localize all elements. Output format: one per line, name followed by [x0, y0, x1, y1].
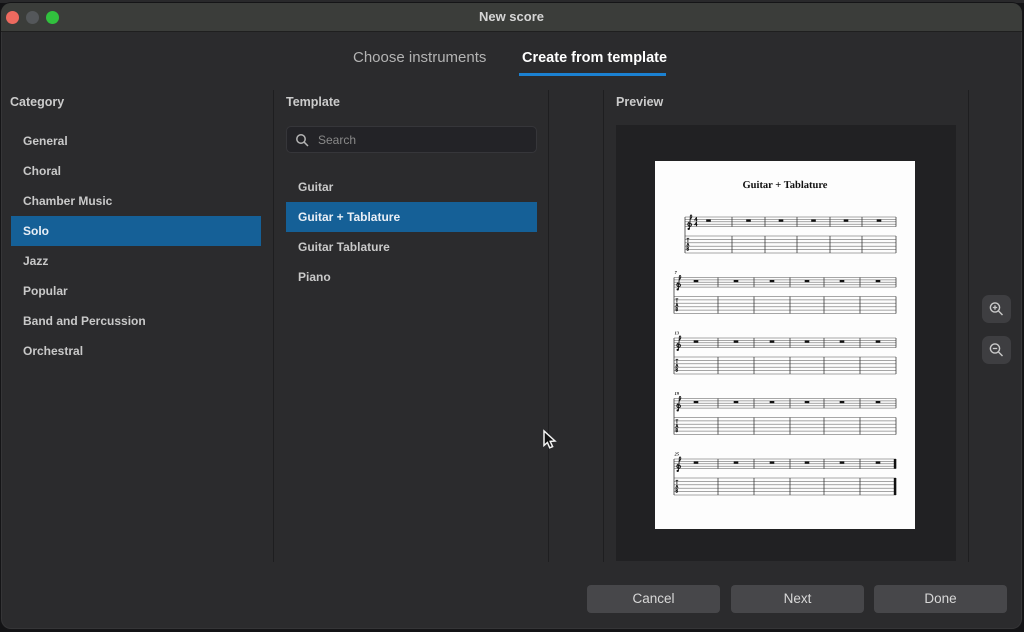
- svg-text:7: 7: [675, 270, 678, 275]
- svg-text:Guitar + Tablature: Guitar + Tablature: [743, 180, 828, 191]
- svg-text:13: 13: [675, 331, 680, 336]
- svg-text:19: 19: [675, 391, 680, 396]
- svg-text:25: 25: [674, 452, 680, 457]
